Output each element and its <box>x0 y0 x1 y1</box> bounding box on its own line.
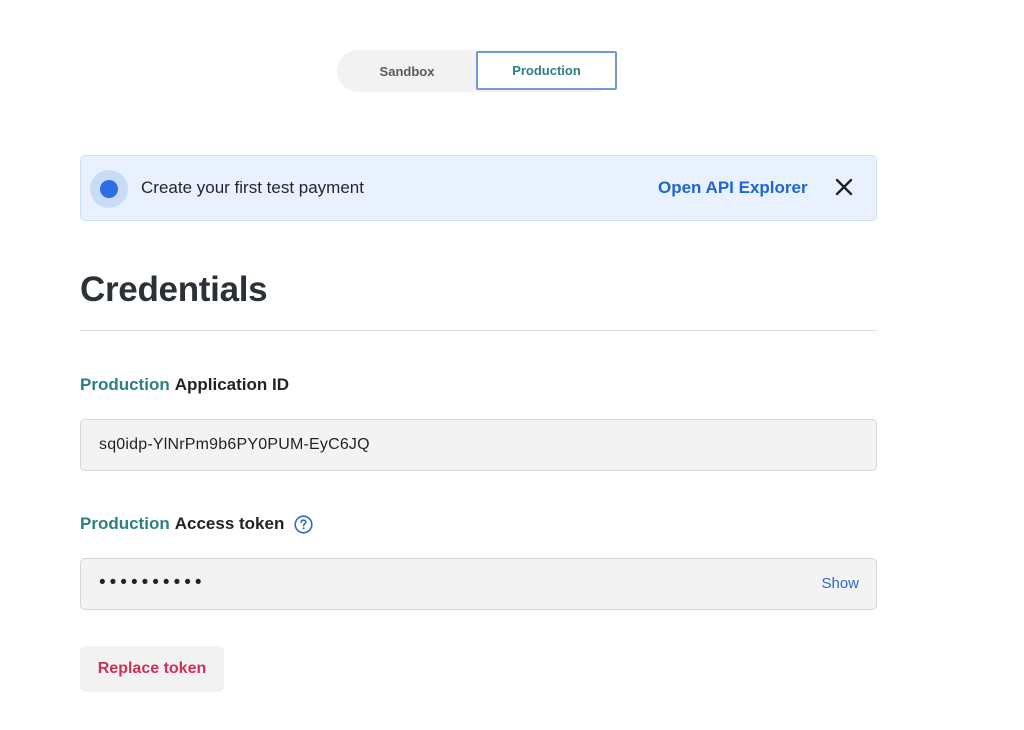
divider <box>80 330 877 331</box>
application-id-field[interactable]: sq0idp-YlNrPm9b6PY0PUM-EyC6JQ <box>80 419 877 471</box>
access-token-field[interactable]: •••••••••• Show <box>80 558 877 610</box>
close-icon[interactable] <box>833 176 855 198</box>
open-api-explorer-link[interactable]: Open API Explorer <box>658 178 808 198</box>
application-id-value: sq0idp-YlNrPm9b6PY0PUM-EyC6JQ <box>99 436 370 453</box>
environment-toggle: Sandbox Production <box>337 50 617 92</box>
credentials-page: Sandbox Production Create your first tes… <box>0 0 1024 730</box>
dot-icon <box>90 170 128 208</box>
tab-sandbox[interactable]: Sandbox <box>337 50 477 92</box>
env-label: Production <box>80 375 170 394</box>
banner-message: Create your first test payment <box>141 178 364 197</box>
application-id-label: Production Application ID <box>80 375 289 395</box>
help-circle-icon[interactable] <box>294 514 313 534</box>
access-token-label: Production Access token <box>80 514 313 534</box>
tab-production-label: Production <box>512 63 581 78</box>
field-label-text: Access token <box>174 514 285 533</box>
replace-token-button[interactable]: Replace token <box>80 646 224 692</box>
test-payment-banner: Create your first test payment Open API … <box>80 155 877 221</box>
tab-production[interactable]: Production <box>476 51 617 90</box>
page-title: Credentials <box>80 270 268 309</box>
env-label: Production <box>80 514 170 533</box>
show-token-button[interactable]: Show <box>821 575 859 592</box>
access-token-masked: •••••••••• <box>99 572 206 593</box>
field-label-text: Application ID <box>174 375 289 394</box>
